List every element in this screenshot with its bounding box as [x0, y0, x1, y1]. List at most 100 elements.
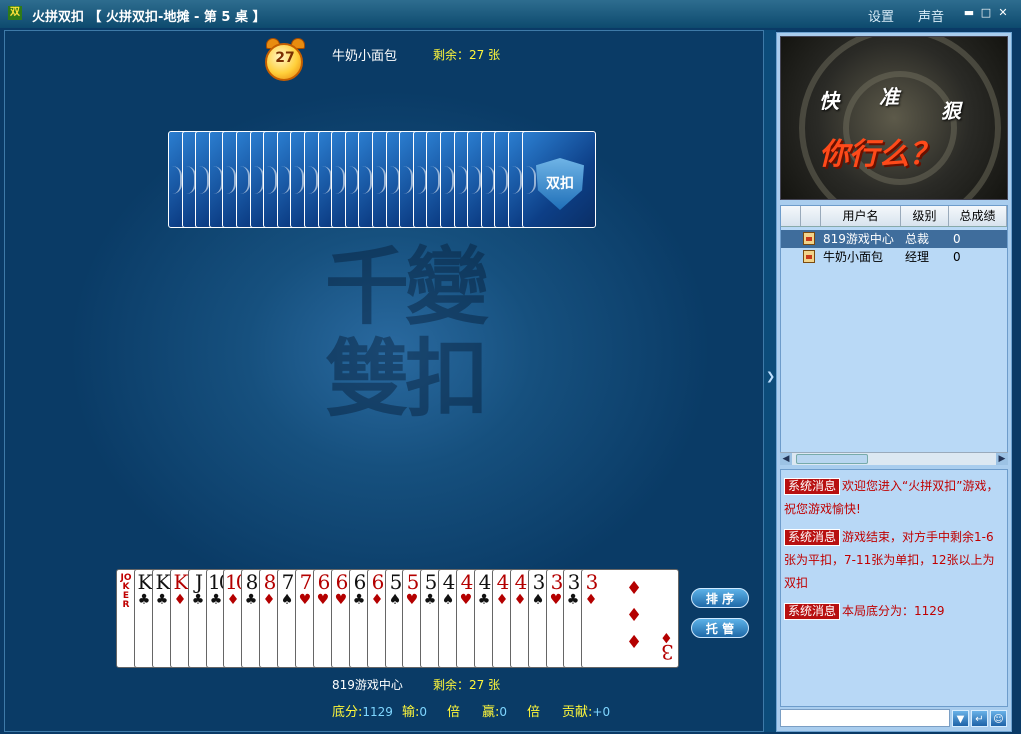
- settings-link[interactable]: 设置: [868, 6, 894, 25]
- card-back-pattern: [294, 166, 304, 194]
- player-remaining: 剩余：27 张: [433, 678, 501, 692]
- player-row[interactable]: 819游戏中心 总裁 0: [781, 230, 1007, 248]
- card-rank: 4: [478, 570, 492, 594]
- emoticon-icon[interactable]: ☺: [990, 710, 1007, 727]
- card-suit-icon: ♠: [531, 592, 545, 608]
- title-bar: 双 火拼双扣 【 火拼双扣-地摊 - 第 5 桌 】 设置 声音 ▬ □ ✕: [0, 0, 1021, 28]
- player-row-name: 牛奶小面包: [823, 250, 884, 264]
- player-list-hscrollbar[interactable]: ◀ ▶: [780, 452, 1008, 465]
- card-rank: 3: [567, 570, 581, 594]
- card-suit-icon: ♥: [405, 592, 419, 608]
- chat-message: 系统消息 游戏结束，对方手中剩余1-6张为平扣，7-11张为单扣，12张以上为双扣: [784, 526, 1004, 595]
- card-rank: 4: [514, 570, 528, 594]
- base-score-value: 1129: [362, 705, 393, 719]
- card-suit-icon: ♥: [334, 592, 348, 608]
- game-table: 千變 雙扣 27 牛奶小面包 剩余：27 张 双扣 JOKER K ♣ K ♣ K ♦ J ♣ 1…: [4, 30, 764, 732]
- player-list[interactable]: 用户名 级别 总成绩 819游戏中心 总裁 0 牛奶小面包 经理 0: [780, 205, 1008, 463]
- chat-dropdown-icon[interactable]: ▼: [952, 710, 969, 727]
- card-rank: K: [173, 570, 189, 594]
- card-suit-icon: ♥: [298, 592, 312, 608]
- card-suit-icon: ♣: [423, 592, 437, 608]
- card-suit-icon: ♥: [549, 592, 563, 608]
- win-unit: 倍: [527, 705, 541, 720]
- sound-link[interactable]: 声音: [918, 6, 944, 25]
- card-suit-icon: ♣: [191, 592, 205, 608]
- card-suit-icon: ♦: [584, 592, 598, 608]
- minimize-icon[interactable]: ▬: [963, 7, 975, 19]
- scroll-right-icon[interactable]: ▶: [996, 453, 1008, 465]
- timer-count: 27: [275, 50, 295, 66]
- card-suit-icon: ♣: [566, 592, 580, 608]
- card-back-pattern: [335, 166, 345, 194]
- card-rank: 10: [225, 570, 248, 594]
- card-back-pattern: [172, 166, 182, 194]
- col-header-blank-1[interactable]: [781, 206, 801, 226]
- panel-splitter[interactable]: ❯: [764, 30, 776, 732]
- sort-button[interactable]: 排 序: [691, 588, 749, 608]
- card-suit-icon: ♥: [459, 592, 473, 608]
- side-panel: 快 准 狠 你行么？ 用户名 级别 总成绩 819游戏中心 总裁 0 牛奶小面包…: [776, 32, 1012, 732]
- card-back-pattern: [498, 166, 508, 194]
- lose-value: 0: [419, 705, 428, 719]
- col-header-username[interactable]: 用户名: [821, 206, 901, 226]
- window-title: 火拼双扣 【 火拼双扣-地摊 - 第 5 桌 】: [32, 10, 266, 25]
- card-center-pip-icon: ♦: [626, 605, 643, 626]
- banner-word-accurate: 准: [879, 85, 899, 109]
- card-rank: 6: [317, 570, 331, 594]
- auto-play-button[interactable]: 托 管: [691, 618, 749, 638]
- chat-message: 系统消息 本局底分为：1129: [784, 600, 1004, 623]
- chat-log[interactable]: 系统消息 欢迎您进入“火拼双扣”游戏，祝您游戏愉快! 系统消息 游戏结束，对方手中剩…: [780, 469, 1008, 707]
- opponent-card-backs: 双扣: [168, 131, 609, 230]
- card-suit-icon: ♦: [495, 592, 509, 608]
- player-row-level: 总裁: [905, 232, 930, 246]
- col-header-blank-2[interactable]: [801, 206, 821, 226]
- player-avatar-icon: [803, 232, 815, 245]
- player-list-header: 用户名 级别 总成绩: [781, 206, 1007, 227]
- banner-word-fierce: 狠: [941, 99, 961, 123]
- card-back-pattern: [403, 166, 413, 194]
- card-rank: JOKER: [120, 573, 132, 610]
- card-back-pattern: [471, 166, 481, 194]
- send-enter-icon[interactable]: ↵: [971, 710, 988, 727]
- card-rank: K: [137, 570, 153, 594]
- player-row-name: 819游戏中心: [823, 232, 894, 246]
- card-rank: J: [194, 570, 203, 594]
- playing-card[interactable]: 3 ♦ ♦ ♦ ♦ 3 ♦: [581, 569, 679, 668]
- card-rank: 6: [335, 570, 349, 594]
- maximize-icon[interactable]: □: [980, 7, 992, 19]
- player-row-score: 0: [953, 232, 961, 246]
- app-icon: 双: [8, 6, 22, 20]
- card-suit-icon: ♠: [388, 592, 402, 608]
- chat-input[interactable]: [780, 709, 950, 727]
- win-value: 0: [499, 705, 508, 719]
- col-header-level[interactable]: 级别: [901, 206, 949, 226]
- close-icon[interactable]: ✕: [997, 7, 1009, 19]
- card-rank: 4: [460, 570, 474, 594]
- card-rank: 3: [532, 570, 546, 594]
- card-back-label: 双扣: [546, 176, 574, 192]
- col-header-total-score[interactable]: 总成绩: [949, 206, 1007, 226]
- card-suit-icon: ♥: [316, 592, 330, 608]
- win-multiplier: 赢:0 倍: [482, 701, 540, 720]
- scroll-thumb[interactable]: [796, 454, 868, 464]
- system-message-tag: 系统消息: [784, 529, 841, 546]
- card-rank: 7: [281, 570, 295, 594]
- scroll-left-icon[interactable]: ◀: [780, 453, 792, 465]
- card-suit-icon: ♦: [513, 592, 527, 608]
- card-suit-icon: ♠: [280, 592, 294, 608]
- collapse-arrow-icon[interactable]: ❯: [766, 370, 775, 383]
- win-label: 赢:: [482, 705, 500, 720]
- player-hand[interactable]: JOKER K ♣ K ♣ K ♦ J ♣ 10 ♣ 10 ♦ 8 ♣ 8 ♦ 7 ♠ 7 ♥ 6 ♥ 6 ♥ 6 ♣ 6 ♦ 5 ♠ 5 ♥ 5…: [116, 569, 679, 670]
- player-name: 819游戏中心: [332, 678, 403, 692]
- card-rank: 5: [424, 570, 438, 594]
- chat-input-row: ▼ ↵ ☺: [780, 709, 1008, 729]
- card-suit-icon: ♣: [244, 592, 258, 608]
- card-rank: 4: [496, 570, 510, 594]
- contribution-value: +0: [592, 705, 611, 719]
- card-suit-icon: ♣: [477, 592, 491, 608]
- watermark-line-2: 雙扣: [324, 329, 489, 428]
- player-row[interactable]: 牛奶小面包 经理 0: [781, 248, 1007, 266]
- card-back-pattern: [240, 166, 250, 194]
- card-suit-icon: ♦: [173, 592, 187, 608]
- player-row-level: 经理: [905, 250, 930, 264]
